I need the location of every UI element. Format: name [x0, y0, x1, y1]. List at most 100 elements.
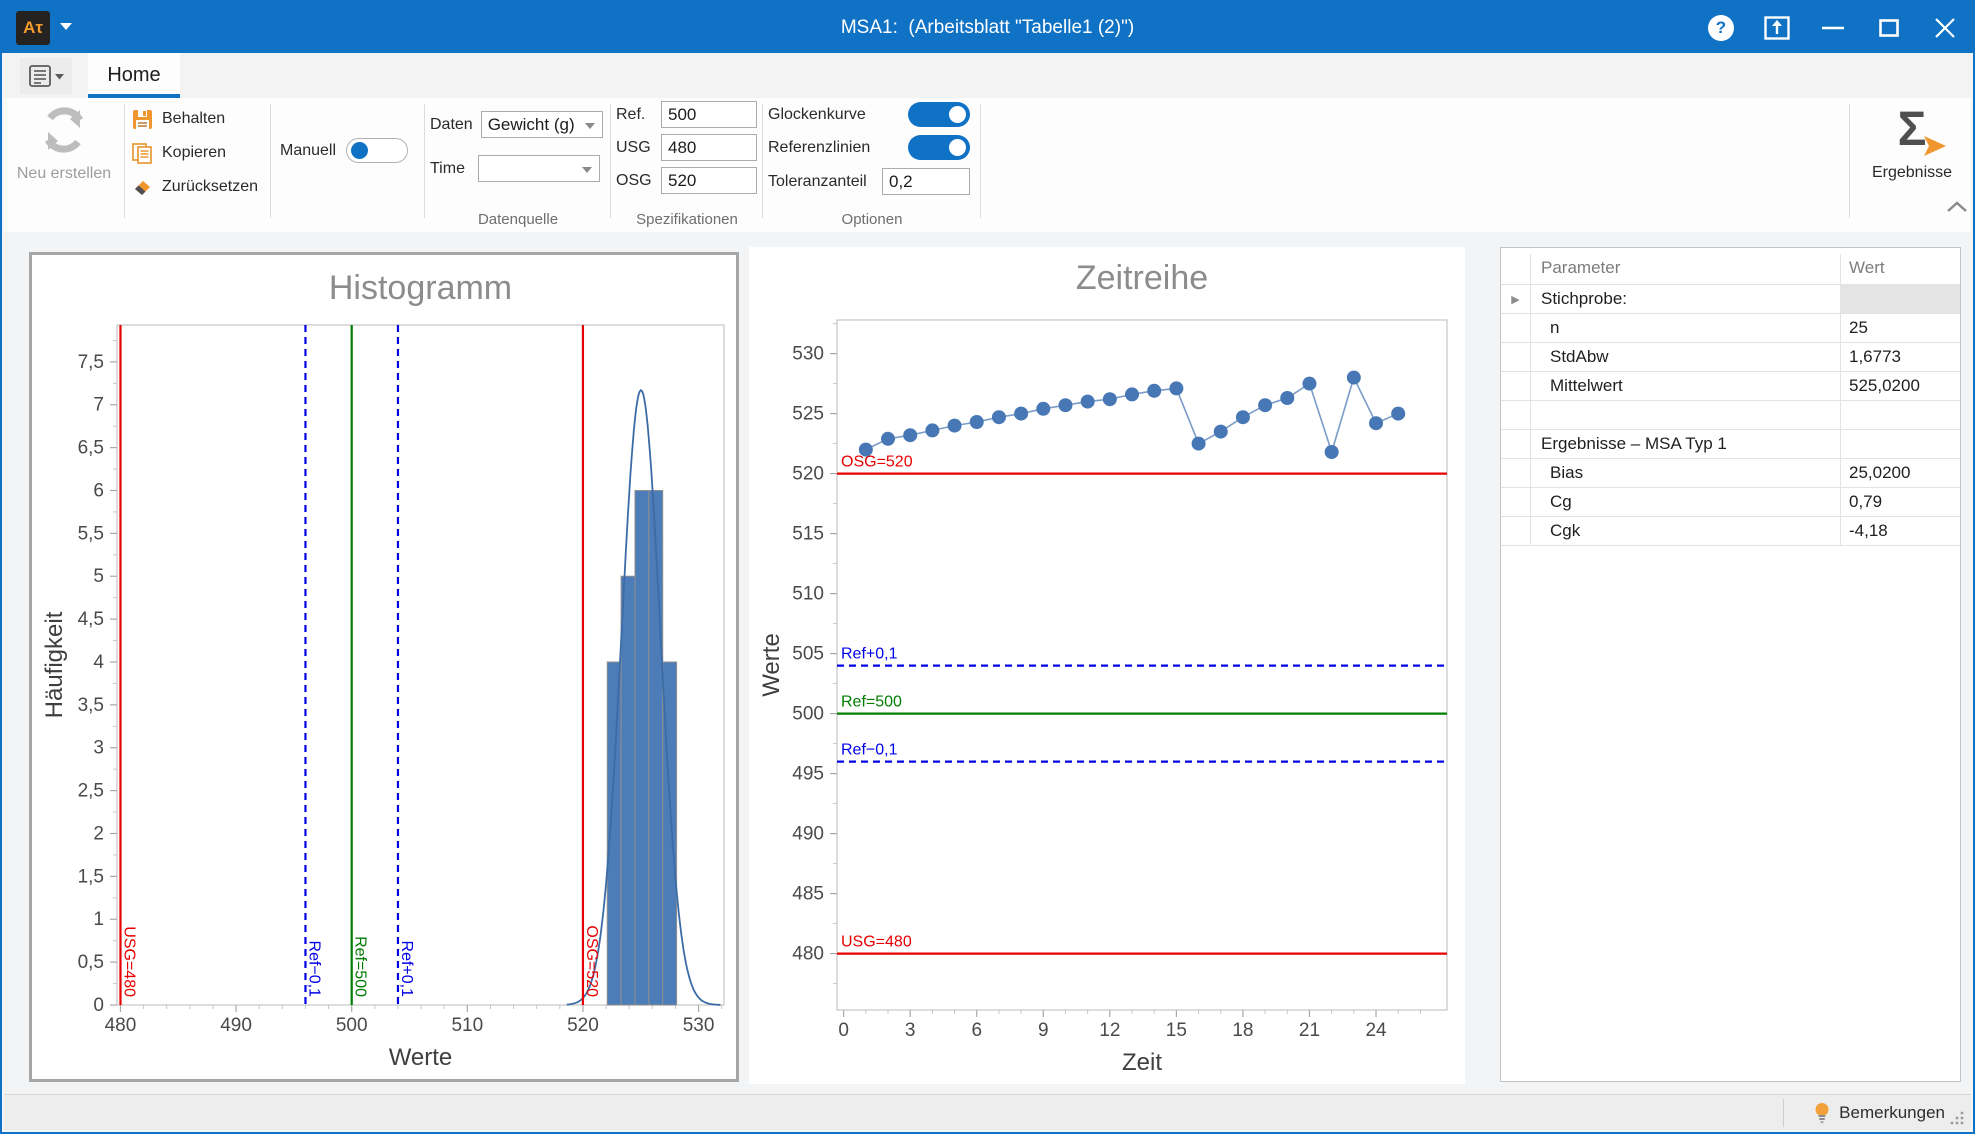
svg-text:515: 515: [792, 524, 824, 545]
app-window: Aτ MSA1: (Arbeitsblatt "Tabelle1 (2)") ?: [0, 0, 1975, 1134]
table-row[interactable]: Cgk -4,18: [1501, 517, 1960, 546]
row-gutter: [1501, 254, 1531, 284]
svg-text:5,5: 5,5: [78, 523, 104, 544]
ribbon-separator: [124, 104, 125, 218]
svg-text:7,5: 7,5: [78, 352, 104, 373]
svg-text:520: 520: [792, 464, 824, 485]
wert-cell: [1841, 285, 1960, 313]
tab-home[interactable]: Home: [88, 53, 180, 98]
svg-text:6: 6: [971, 1020, 982, 1041]
zuruecksetzen-label: Zurücksetzen: [162, 178, 259, 195]
daten-label: Daten: [430, 115, 473, 133]
parameter-cell: StdAbw: [1531, 343, 1841, 371]
table-row[interactable]: StdAbw 1,6773: [1501, 343, 1960, 372]
svg-text:4,5: 4,5: [78, 609, 104, 630]
histogram-panel[interactable]: Histogramm 480 490 500 510 520 530 0 0,5 1 1,5 2 2,5…: [29, 252, 739, 1082]
svg-text:3,5: 3,5: [78, 695, 104, 716]
behalten-button[interactable]: Behalten: [132, 102, 264, 136]
ref-label: Ref.: [616, 105, 646, 123]
svg-text:525: 525: [792, 404, 824, 425]
arrow-right-icon: [1924, 136, 1946, 156]
svg-text:3: 3: [905, 1020, 916, 1041]
file-menu-button[interactable]: [20, 58, 72, 94]
svg-text:505: 505: [792, 644, 824, 665]
toleranzanteil-input[interactable]: 0,2: [882, 168, 970, 195]
row-gutter: [1501, 488, 1531, 516]
svg-text:Ref=500: Ref=500: [841, 694, 902, 711]
row-gutter: [1501, 430, 1531, 458]
svg-text:520: 520: [567, 1015, 599, 1036]
col-header-wert[interactable]: Wert: [1841, 254, 1960, 284]
table-row[interactable]: Cg 0,79: [1501, 488, 1960, 517]
table-row[interactable]: Ergebnisse – MSA Typ 1: [1501, 430, 1960, 459]
osg-label: OSG: [616, 171, 652, 189]
spezifikationen-group: Ref. 500 USG 480 OSG 520 Spezifikationen: [614, 98, 760, 232]
main-content: Histogramm 480 490 500 510 520 530 0 0,5 1 1,5 2 2,5…: [4, 232, 1971, 1098]
table-row[interactable]: Mittelwert 525,0200: [1501, 372, 1960, 401]
timeseries-panel[interactable]: Zeitreihe 0 3 6 9 12 15 18 21 24 480 485 490 495 500 50…: [749, 247, 1465, 1084]
neu-erstellen-button[interactable]: Neu erstellen: [10, 102, 118, 183]
time-select[interactable]: [477, 155, 600, 182]
save-icon: [133, 109, 152, 129]
sigma-icon: Σ: [1897, 103, 1927, 156]
kopieren-button[interactable]: Kopieren: [132, 136, 264, 170]
parameter-cell: Cg: [1531, 488, 1841, 516]
wert-cell: [1841, 401, 1960, 429]
time-label: Time: [430, 159, 465, 177]
table-row[interactable]: Bias 25,0200: [1501, 459, 1960, 488]
ergebnisse-button[interactable]: Σ Ergebnisse: [1856, 100, 1968, 182]
svg-text:Zeit: Zeit: [1122, 1049, 1162, 1076]
lightbulb-icon: [1815, 1103, 1829, 1124]
wert-cell: -4,18: [1849, 521, 1888, 540]
minimize-button[interactable]: [1805, 2, 1861, 53]
svg-text:4: 4: [93, 652, 104, 673]
svg-text:21: 21: [1299, 1020, 1320, 1041]
table-row[interactable]: [1501, 401, 1960, 430]
table-row[interactable]: ▶ Stichprobe:: [1501, 285, 1960, 314]
ribbon-separator: [424, 104, 425, 218]
svg-text:0: 0: [838, 1020, 849, 1041]
neu-erstellen-label: Neu erstellen: [16, 165, 112, 182]
panel-toggle-button[interactable]: [1749, 2, 1805, 53]
referenzlinien-toggle[interactable]: [908, 135, 970, 160]
bemerkungen-button[interactable]: Bemerkungen: [1839, 1103, 1945, 1123]
resize-grip[interactable]: [1950, 1110, 1965, 1125]
collapse-ribbon-button[interactable]: [1946, 200, 1968, 214]
svg-text:5: 5: [93, 566, 104, 587]
maximize-button[interactable]: [1861, 2, 1917, 53]
row-expander-icon[interactable]: ▶: [1501, 285, 1531, 313]
manuell-toggle[interactable]: [346, 138, 409, 163]
svg-text:15: 15: [1166, 1020, 1187, 1041]
row-gutter: [1501, 343, 1531, 371]
osg-input[interactable]: 520: [661, 167, 757, 194]
behalten-label: Behalten: [162, 110, 226, 127]
zuruecksetzen-button[interactable]: Zurücksetzen: [132, 170, 264, 204]
svg-text:490: 490: [792, 824, 824, 845]
chevron-down-icon: [55, 73, 64, 79]
ribbon-separator: [762, 104, 763, 218]
table-row[interactable]: n 25: [1501, 314, 1960, 343]
manuell-group: Manuell: [280, 138, 409, 163]
results-table-panel: Parameter Wert ▶ Stichprobe: n 25 StdAbw 1,6773…: [1500, 247, 1961, 1082]
ribbon: Home Neu erstellen Behalten Kopieren Zur…: [4, 53, 1971, 232]
svg-text:Ref+0,1: Ref+0,1: [841, 646, 898, 663]
svg-text:Ref−0,1: Ref−0,1: [841, 742, 898, 759]
close-button[interactable]: [1917, 2, 1973, 53]
glockenkurve-toggle[interactable]: [908, 102, 970, 127]
parameter-cell: Mittelwert: [1531, 372, 1841, 400]
usg-input[interactable]: 480: [661, 134, 757, 161]
daten-select[interactable]: Gewicht (g): [480, 111, 603, 138]
svg-text:480: 480: [105, 1015, 137, 1036]
help-button[interactable]: ?: [1693, 2, 1749, 53]
svg-text:Zeitreihe: Zeitreihe: [1076, 259, 1208, 297]
wert-cell: 525,0200: [1849, 376, 1920, 395]
svg-text:1,5: 1,5: [78, 866, 104, 887]
ref-input[interactable]: 500: [661, 101, 757, 128]
datenquelle-group-label: Datenquelle: [477, 211, 559, 228]
col-header-parameter[interactable]: Parameter: [1531, 254, 1841, 284]
svg-text:Werte: Werte: [389, 1044, 453, 1071]
statusbar-separator: [1783, 1099, 1784, 1127]
ribbon-body: Neu erstellen Behalten Kopieren Zurückse…: [4, 98, 1971, 232]
toggle-knob: [949, 139, 966, 156]
svg-text:530: 530: [792, 344, 824, 365]
